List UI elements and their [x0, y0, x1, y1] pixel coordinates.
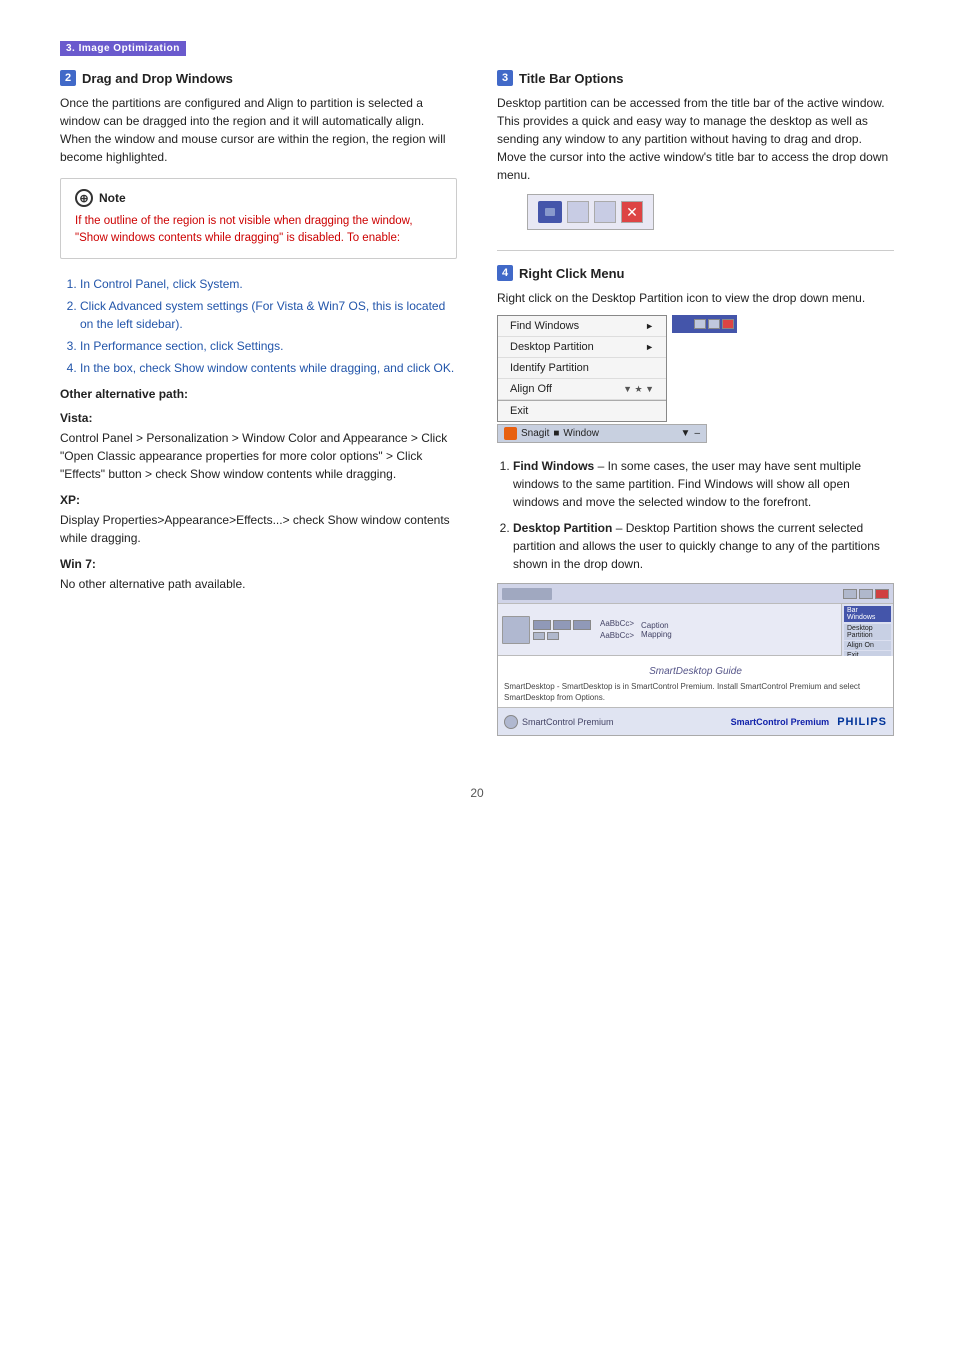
sd-toolbar: [498, 584, 893, 604]
step-2: Click Advanced system settings (For Vist…: [80, 297, 457, 333]
sd-logo-area: [502, 588, 552, 600]
section4-para1: Right click on the Desktop Partition ico…: [497, 289, 894, 307]
win7-heading: Win 7:: [60, 557, 457, 571]
sd-footer-left: SmartControl Premium: [504, 715, 614, 729]
ctx-align-off[interactable]: Align Off ▼ ★ ▼: [498, 379, 666, 400]
win7-text: No other alternative path available.: [60, 575, 457, 593]
section3-badge: 3: [497, 70, 513, 86]
sd-ribbon-btn1: [533, 620, 551, 630]
steps-list: In Control Panel, click System. Click Ad…: [60, 275, 457, 377]
left-column: 2 Drag and Drop Windows Once the partiti…: [60, 70, 457, 746]
titlebar-mockup: ✕: [527, 194, 894, 230]
ctx-min-btn: [694, 319, 706, 329]
sd-footer: SmartControl Premium SmartControl Premiu…: [498, 707, 893, 735]
philips-logo: PHILIPS: [837, 716, 887, 728]
titlebar-icon1: [538, 201, 562, 223]
context-window-titlebar: [672, 315, 737, 333]
snagit-bar: Snagit ■ Window ▼ –: [497, 424, 707, 443]
section2-title: 2 Drag and Drop Windows: [60, 70, 457, 86]
note-icon: ⊕: [75, 189, 93, 207]
smartdesktop-screenshot: AaBbCc>AaBbCc> CaptionMapping Bar Window…: [497, 583, 894, 736]
page-number: 20: [60, 786, 894, 800]
sd-footer-icon: [504, 715, 518, 729]
step-4: In the box, check Show window contents w…: [80, 359, 457, 377]
ctx-find-windows[interactable]: Find Windows►: [498, 316, 666, 337]
sd-panel-item2: Align On: [844, 641, 891, 650]
sd-panel-title: Bar Windows: [844, 606, 891, 622]
ctx-desktop-partition[interactable]: Desktop Partition►: [498, 337, 666, 358]
right-column: 3 Title Bar Options Desktop partition ca…: [497, 70, 894, 746]
sd-ribbon: AaBbCc>AaBbCc> CaptionMapping Bar Window…: [498, 604, 893, 656]
sd-ribbon-icon1: [502, 616, 530, 644]
sd-ribbon-sm1: [533, 632, 545, 640]
step-1: In Control Panel, click System.: [80, 275, 457, 293]
section3-title: 3 Title Bar Options: [497, 70, 894, 86]
sd-ribbon-options: CaptionMapping: [641, 621, 672, 639]
vista-text: Control Panel > Personalization > Window…: [60, 429, 457, 483]
section4-badge: 4: [497, 265, 513, 281]
titlebar-btn-maximize: [594, 201, 616, 223]
sd-tb-btn2: [859, 589, 873, 599]
titlebar-btn-minimize: [567, 201, 589, 223]
sd-desc-text: SmartDesktop - SmartDesktop is in SmartC…: [504, 681, 887, 703]
sd-panel-item1: Desktop Partition: [844, 624, 891, 640]
alt-path-heading: Other alternative path:: [60, 387, 457, 401]
section-header: 3. Image Optimization: [60, 41, 186, 56]
section4-list: Find Windows – In some cases, the user m…: [497, 457, 894, 573]
sd-content: SmartDesktop Guide SmartDesktop - SmartD…: [498, 656, 893, 707]
context-menu-body: Find Windows► Desktop Partition► Identif…: [497, 315, 667, 422]
item-find-windows: Find Windows – In some cases, the user m…: [513, 457, 894, 511]
sd-ribbon-sm2: [547, 632, 559, 640]
note-text: If the outline of the region is not visi…: [75, 213, 442, 248]
section2-para1: Once the partitions are configured and A…: [60, 94, 457, 166]
ctx-identify-partition[interactable]: Identify Partition: [498, 358, 666, 379]
context-menu-mockup: Find Windows► Desktop Partition► Identif…: [497, 315, 737, 443]
xp-heading: XP:: [60, 493, 457, 507]
sd-tb-btn1: [843, 589, 857, 599]
section4-title: 4 Right Click Menu: [497, 265, 894, 281]
xp-text: Display Properties>Appearance>Effects...…: [60, 511, 457, 547]
titlebar-btn-close: ✕: [621, 201, 643, 223]
ctx-exit[interactable]: Exit: [498, 400, 666, 421]
step-3: In Performance section, click Settings.: [80, 337, 457, 355]
sd-ribbon-text: AaBbCc>AaBbCc>: [600, 618, 634, 640]
sd-ribbon-btn3: [573, 620, 591, 630]
page: 3. Image Optimization 2 Drag and Drop Wi…: [0, 0, 954, 1350]
divider1: [497, 250, 894, 251]
item-desktop-partition: Desktop Partition – Desktop Partition sh…: [513, 519, 894, 573]
sd-smartcontrol-label: SmartControl Premium: [522, 717, 614, 727]
sd-guide-text: SmartDesktop Guide: [504, 666, 887, 677]
vista-heading: Vista:: [60, 411, 457, 425]
snagit-icon: [504, 427, 517, 440]
section2-badge: 2: [60, 70, 76, 86]
section3-para1: Desktop partition can be accessed from t…: [497, 94, 894, 184]
sd-tb-close: [875, 589, 889, 599]
note-box: ⊕ Note If the outline of the region is n…: [60, 178, 457, 259]
ctx-max-btn: [708, 319, 720, 329]
sd-smartcontrol-brand: SmartControl Premium: [731, 717, 830, 727]
note-title: ⊕ Note: [75, 189, 442, 207]
sd-ribbon-btn2: [553, 620, 571, 630]
sd-footer-right: SmartControl Premium PHILIPS: [731, 716, 887, 728]
ctx-close-btn: [722, 319, 734, 329]
